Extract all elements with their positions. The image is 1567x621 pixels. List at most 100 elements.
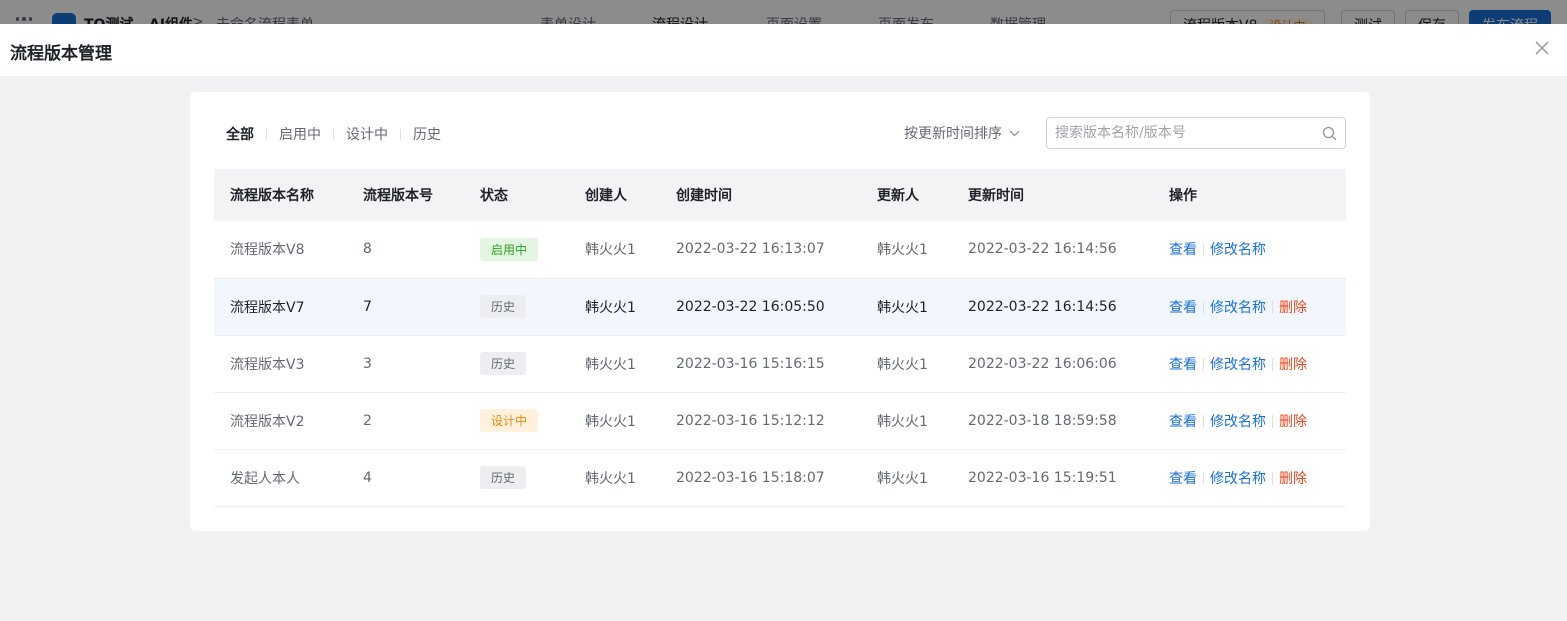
updater-cell: 韩火火1 bbox=[877, 470, 928, 487]
action-divider bbox=[1272, 471, 1273, 485]
tab-designing[interactable]: 设计中 bbox=[346, 124, 388, 144]
view-button[interactable]: 查看 bbox=[1169, 414, 1197, 430]
action-divider bbox=[1203, 357, 1204, 371]
action-divider bbox=[1203, 471, 1204, 485]
status-cell: 历史 bbox=[464, 335, 569, 392]
updated-time-cell: 2022-03-22 16:14:56 bbox=[968, 241, 1117, 258]
tab-divider bbox=[400, 128, 401, 140]
table-row: 流程版本V2 2 设计中 韩火火1 2022-03-16 15:12:12 韩火火1 202… bbox=[214, 392, 1346, 449]
table-row: 流程版本V8 8 启用中 韩火火1 2022-03-22 16:13:07 韩火火1 202… bbox=[214, 221, 1346, 278]
col-actions: 操作 bbox=[1169, 188, 1197, 204]
status-badge: 历史 bbox=[480, 295, 527, 318]
tab-divider bbox=[333, 128, 334, 140]
creator-cell: 韩火火1 bbox=[585, 413, 636, 430]
table-header-row: 流程版本名称 流程版本号 状态 创建人 创建时间 更新人 更新时间 操作 bbox=[214, 169, 1346, 221]
created-time-cell: 2022-03-16 15:16:15 bbox=[676, 355, 825, 372]
delete-button[interactable]: 删除 bbox=[1279, 414, 1307, 430]
actions-cell: 查看 修改名称 删除 bbox=[1153, 392, 1346, 449]
updated-time-cell: 2022-03-22 16:14:56 bbox=[968, 298, 1117, 315]
tab-divider bbox=[266, 128, 267, 140]
actions-cell: 查看 修改名称 删除 bbox=[1153, 278, 1346, 335]
sort-label: 按更新时间排序 bbox=[904, 126, 1002, 142]
rename-button[interactable]: 修改名称 bbox=[1210, 357, 1266, 373]
rename-button[interactable]: 修改名称 bbox=[1210, 414, 1266, 430]
updater-cell: 韩火火1 bbox=[877, 413, 928, 430]
search-box bbox=[1046, 117, 1346, 149]
updated-time-cell: 2022-03-22 16:06:06 bbox=[968, 355, 1117, 372]
status-cell: 启用中 bbox=[464, 221, 569, 278]
version-number-cell: 2 bbox=[363, 412, 372, 429]
status-badge: 历史 bbox=[480, 352, 527, 375]
table-row: 流程版本V7 7 历史 韩火火1 2022-03-22 16:05:50 韩火火1 2022… bbox=[214, 278, 1346, 335]
status-badge: 启用中 bbox=[480, 237, 539, 261]
action-divider bbox=[1272, 300, 1273, 314]
created-time-cell: 2022-03-22 16:13:07 bbox=[676, 241, 825, 258]
version-name-cell: 流程版本V8 bbox=[230, 242, 305, 259]
modal-overlay bbox=[0, 0, 1567, 24]
search-input[interactable] bbox=[1055, 125, 1322, 141]
view-button[interactable]: 查看 bbox=[1169, 300, 1197, 316]
actions-cell: 查看 修改名称 删除 bbox=[1153, 449, 1346, 506]
tab-history[interactable]: 历史 bbox=[413, 124, 441, 144]
col-status: 状态 bbox=[480, 188, 508, 204]
updated-time-cell: 2022-03-16 15:19:51 bbox=[968, 469, 1117, 486]
col-created-time: 创建时间 bbox=[676, 188, 732, 204]
updater-cell: 韩火火1 bbox=[877, 299, 928, 316]
delete-button[interactable]: 删除 bbox=[1279, 471, 1307, 487]
updated-time-cell: 2022-03-18 18:59:58 bbox=[968, 412, 1117, 429]
version-number-cell: 8 bbox=[363, 241, 372, 258]
created-time-cell: 2022-03-22 16:05:50 bbox=[676, 298, 825, 315]
col-creator: 创建人 bbox=[585, 188, 627, 204]
updater-cell: 韩火火1 bbox=[877, 242, 928, 259]
sort-dropdown[interactable]: 按更新时间排序 bbox=[904, 123, 1020, 143]
table-row: 流程版本V3 3 历史 韩火火1 2022-03-16 15:16:15 韩火火1 2022… bbox=[214, 335, 1346, 392]
creator-cell: 韩火火1 bbox=[585, 299, 636, 316]
version-name-cell: 流程版本V3 bbox=[230, 356, 305, 373]
col-version-number: 流程版本号 bbox=[363, 188, 433, 204]
status-filter-tabs: 全部 启用中 设计中 历史 bbox=[226, 124, 441, 144]
view-button[interactable]: 查看 bbox=[1169, 357, 1197, 373]
drawer-header: 流程版本管理 bbox=[0, 24, 1567, 76]
rename-button[interactable]: 修改名称 bbox=[1210, 242, 1266, 258]
version-number-cell: 7 bbox=[363, 298, 372, 315]
table-row: 发起人本人 4 历史 韩火火1 2022-03-16 15:18:07 韩火火1 2022-… bbox=[214, 449, 1346, 506]
created-time-cell: 2022-03-16 15:12:12 bbox=[676, 412, 825, 429]
rename-button[interactable]: 修改名称 bbox=[1210, 471, 1266, 487]
close-icon[interactable] bbox=[1535, 40, 1551, 56]
actions-cell: 查看 修改名称 删除 bbox=[1153, 335, 1346, 392]
status-badge: 设计中 bbox=[480, 409, 539, 432]
delete-button[interactable]: 删除 bbox=[1279, 300, 1307, 316]
col-updated-time: 更新时间 bbox=[968, 188, 1024, 204]
creator-cell: 韩火火1 bbox=[585, 470, 636, 487]
version-name-cell: 流程版本V7 bbox=[230, 299, 305, 316]
status-cell: 设计中 bbox=[464, 392, 569, 449]
view-button[interactable]: 查看 bbox=[1169, 242, 1197, 258]
col-updater: 更新人 bbox=[877, 188, 919, 204]
version-name-cell: 发起人本人 bbox=[230, 470, 300, 487]
version-name-cell: 流程版本V2 bbox=[230, 413, 305, 430]
view-button[interactable]: 查看 bbox=[1169, 471, 1197, 487]
version-number-cell: 4 bbox=[363, 469, 372, 486]
action-divider bbox=[1203, 300, 1204, 314]
status-cell: 历史 bbox=[464, 278, 569, 335]
actions-cell: 查看 修改名称 bbox=[1153, 221, 1346, 278]
creator-cell: 韩火火1 bbox=[585, 242, 636, 259]
version-number-cell: 3 bbox=[363, 355, 372, 372]
action-divider bbox=[1203, 414, 1204, 428]
status-cell: 历史 bbox=[464, 449, 569, 506]
action-divider bbox=[1272, 414, 1273, 428]
action-divider bbox=[1203, 243, 1204, 257]
action-divider bbox=[1272, 357, 1273, 371]
rename-button[interactable]: 修改名称 bbox=[1210, 300, 1266, 316]
delete-button[interactable]: 删除 bbox=[1279, 357, 1307, 373]
status-badge: 历史 bbox=[480, 466, 527, 489]
version-table: 流程版本名称 流程版本号 状态 创建人 创建时间 更新人 更新时间 操作 流程版… bbox=[214, 169, 1346, 507]
version-list-card: 全部 启用中 设计中 历史 按更新时间排序 流程版本名称 流程版本 bbox=[190, 92, 1370, 531]
creator-cell: 韩火火1 bbox=[585, 356, 636, 373]
search-icon[interactable] bbox=[1322, 126, 1337, 141]
tab-all[interactable]: 全部 bbox=[226, 124, 254, 144]
col-version-name: 流程版本名称 bbox=[230, 188, 314, 204]
chevron-down-icon bbox=[1009, 130, 1020, 136]
drawer-title: 流程版本管理 bbox=[10, 44, 112, 64]
tab-enabled[interactable]: 启用中 bbox=[279, 124, 321, 144]
